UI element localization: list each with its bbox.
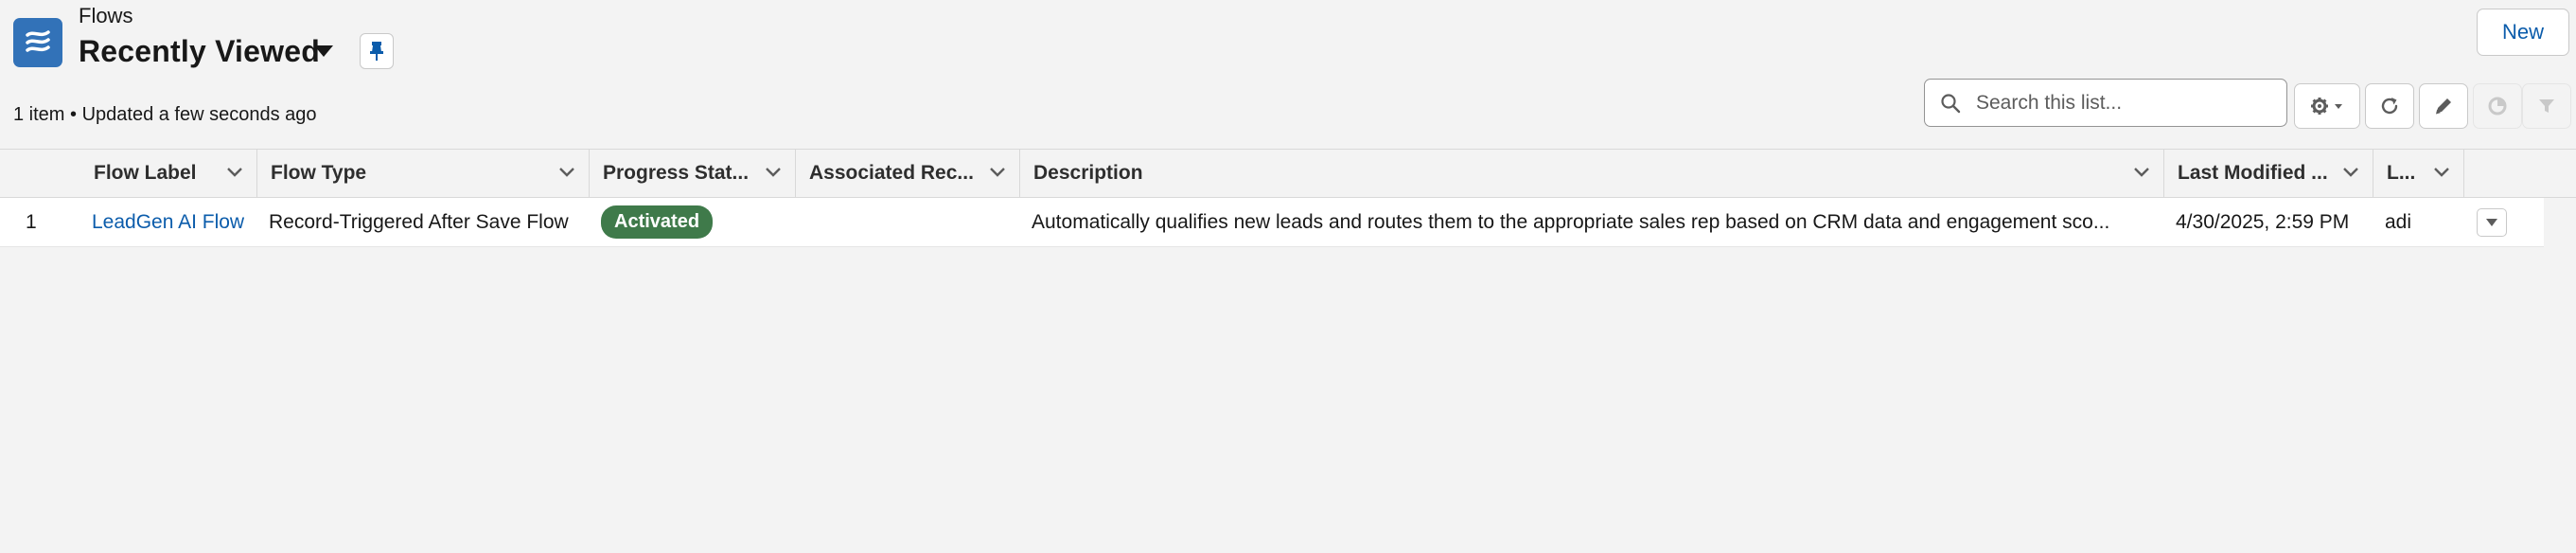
- column-header-last-modified[interactable]: Last Modified ...: [2164, 150, 2373, 197]
- column-header-associated-record[interactable]: Associated Rec...: [796, 150, 1020, 197]
- refresh-button[interactable]: [2365, 83, 2414, 129]
- flow-type-cell: Record-Triggered After Save Flow: [269, 210, 569, 233]
- pencil-icon: [2436, 98, 2451, 115]
- chevron-down-icon[interactable]: [226, 166, 243, 179]
- chart-button[interactable]: [2473, 83, 2522, 129]
- gear-icon: [2311, 98, 2342, 115]
- chevron-down-icon[interactable]: [989, 166, 1006, 179]
- table-row: 1 LeadGen AI Flow Record-Triggered After…: [0, 198, 2544, 247]
- chevron-down-icon[interactable]: [2133, 166, 2150, 179]
- new-button[interactable]: New: [2477, 9, 2569, 56]
- column-header-description[interactable]: Description: [1020, 150, 2164, 197]
- list-meta-info: 1 item • Updated a few seconds ago: [13, 104, 317, 125]
- chevron-down-icon[interactable]: [2433, 166, 2450, 179]
- list-settings-button[interactable]: [2294, 83, 2360, 129]
- pin-list-button[interactable]: [360, 33, 394, 69]
- column-header-last-modified-by[interactable]: L...: [2373, 150, 2464, 197]
- list-view-title: Recently Viewed: [79, 34, 320, 68]
- search-list-box[interactable]: [1924, 79, 2287, 127]
- last-modified-by-cell: adi: [2385, 210, 2412, 233]
- chevron-down-icon[interactable]: [558, 166, 575, 179]
- search-input[interactable]: [1974, 90, 2281, 116]
- object-name: Flows: [79, 4, 133, 27]
- column-header-flow-type[interactable]: Flow Type: [257, 150, 590, 197]
- inline-edit-button[interactable]: [2419, 83, 2468, 129]
- filter-icon: [2539, 99, 2554, 113]
- flow-icon: [26, 30, 50, 52]
- chevron-down-icon[interactable]: [2342, 166, 2359, 179]
- description-cell: Automatically qualifies new leads and ro…: [1032, 210, 2110, 233]
- flow-label-link[interactable]: LeadGen AI Flow: [92, 198, 244, 246]
- chevron-down-icon[interactable]: [765, 166, 782, 179]
- pin-icon: [370, 42, 383, 61]
- associated-record-cell: [807, 198, 1015, 246]
- last-modified-cell: 4/30/2025, 2:59 PM: [2176, 210, 2350, 233]
- refresh-icon: [2381, 98, 2398, 115]
- row-actions-button[interactable]: [2477, 208, 2507, 237]
- progress-status-cell: Activated: [601, 198, 714, 246]
- flow-app-icon: [13, 18, 62, 67]
- row-number: 1: [26, 210, 37, 233]
- filter-button[interactable]: [2522, 83, 2571, 129]
- chevron-down-icon[interactable]: [314, 45, 333, 57]
- row-number-header: [0, 150, 80, 197]
- search-icon: [1941, 93, 1961, 113]
- column-header-progress-status[interactable]: Progress Stat...: [590, 150, 796, 197]
- status-badge: Activated: [601, 205, 714, 239]
- table-header: Flow Label Flow Type Progress Stat... As…: [0, 149, 2576, 198]
- chart-icon: [2488, 97, 2507, 116]
- caret-down-icon: [2486, 219, 2497, 226]
- column-header-flow-label[interactable]: Flow Label: [80, 150, 257, 197]
